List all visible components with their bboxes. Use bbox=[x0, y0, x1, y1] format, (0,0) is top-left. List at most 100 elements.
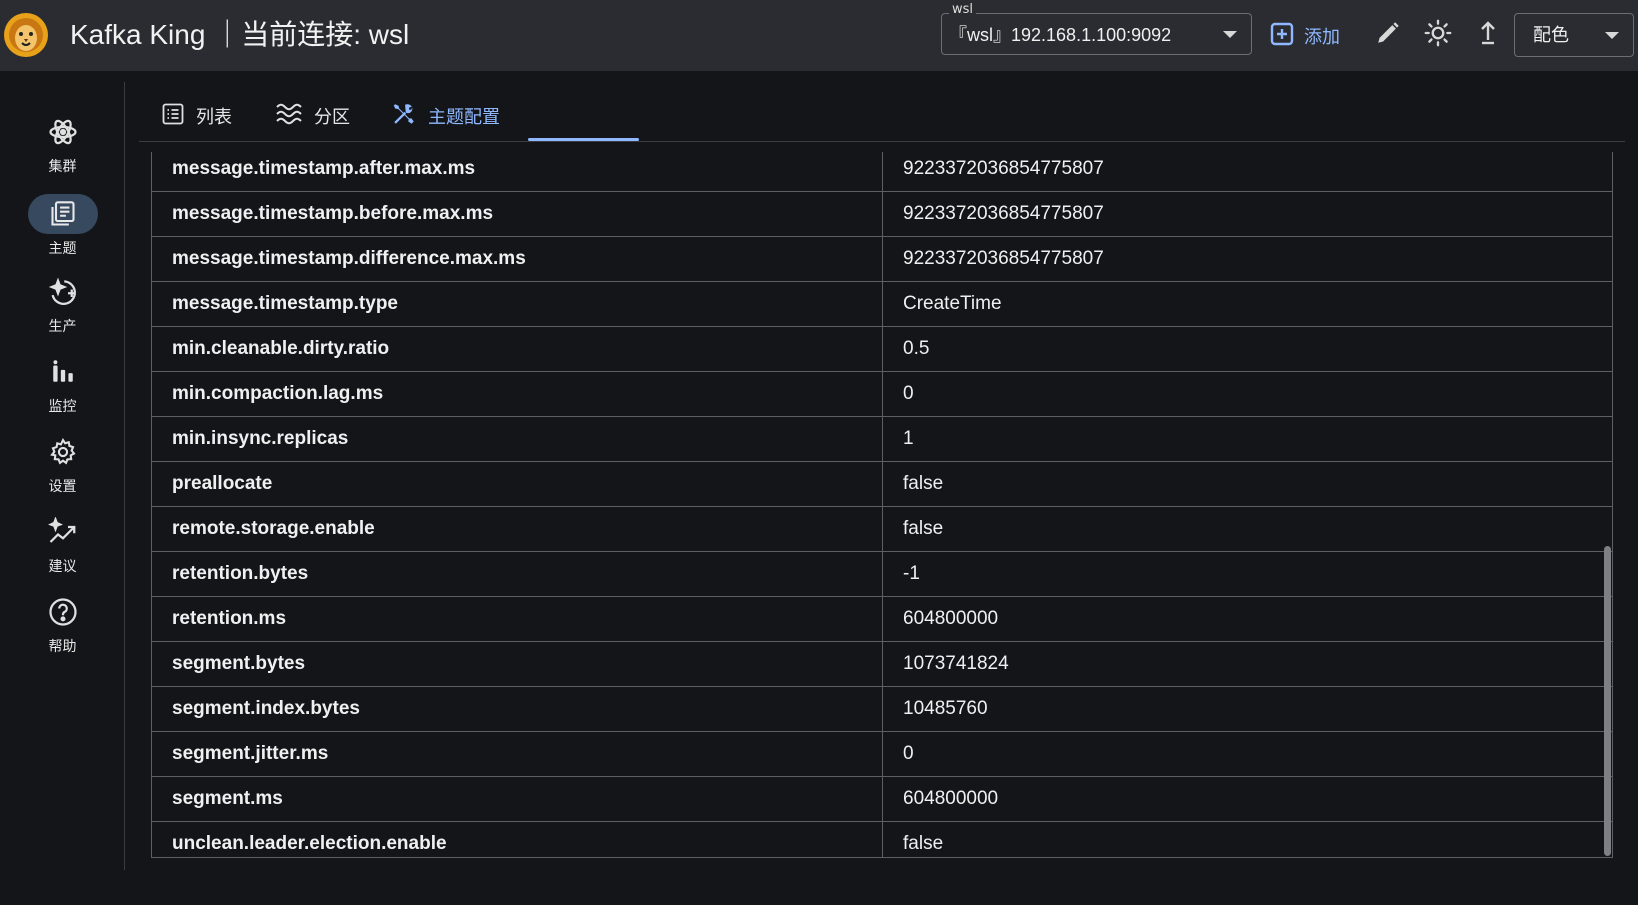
config-key: unclean.leader.election.enable bbox=[151, 821, 883, 857]
sidebar-item-label: 设置 bbox=[48, 479, 77, 495]
pencil-icon bbox=[1375, 20, 1401, 50]
table-row: segment.jitter.ms 0 bbox=[151, 731, 1613, 777]
config-value[interactable]: 604800000 bbox=[882, 596, 1613, 642]
list-icon bbox=[161, 102, 185, 131]
table-row: retention.bytes -1 bbox=[151, 551, 1613, 597]
config-key: message.timestamp.after.max.ms bbox=[151, 152, 883, 192]
palette-select[interactable]: 配色 bbox=[1514, 13, 1634, 57]
config-value[interactable]: 9223372036854775807 bbox=[882, 191, 1613, 237]
tab-list-label: 列表 bbox=[196, 107, 232, 128]
table-row: remote.storage.enable false bbox=[151, 506, 1613, 552]
config-value[interactable]: 0 bbox=[882, 731, 1613, 777]
table-row: min.cleanable.dirty.ratio 0.5 bbox=[151, 326, 1613, 372]
tab-partition-label: 分区 bbox=[314, 107, 350, 128]
table-row: segment.ms 604800000 bbox=[151, 776, 1613, 822]
library-icon bbox=[27, 194, 98, 234]
app-header: Kafka King ｜当前连接: wsl wsl 『wsl』192.168.1… bbox=[0, 0, 1638, 71]
topic-tabs: 列表 分区 主题配置 bbox=[139, 90, 1625, 142]
chevron-down-icon bbox=[1605, 32, 1619, 39]
config-key: retention.bytes bbox=[151, 551, 883, 597]
sparkle-trend-icon bbox=[28, 512, 98, 552]
config-key: segment.bytes bbox=[151, 641, 883, 687]
config-key: retention.ms bbox=[151, 596, 883, 642]
config-value[interactable]: 1 bbox=[882, 416, 1613, 462]
palette-select-value: 配色 bbox=[1533, 25, 1569, 46]
table-scrollbar[interactable] bbox=[1604, 546, 1611, 856]
sidebar: 集群 主题 生产 监控 设置 建议 帮助 bbox=[0, 82, 125, 870]
tab-partition[interactable]: 分区 bbox=[275, 90, 350, 142]
config-value[interactable]: 0.5 bbox=[882, 326, 1613, 372]
sidebar-item-settings[interactable]: 设置 bbox=[0, 432, 125, 504]
config-value[interactable]: 9223372036854775807 bbox=[882, 152, 1613, 192]
sidebar-item-produce[interactable]: 生产 bbox=[0, 272, 125, 344]
connection-select[interactable]: wsl 『wsl』192.168.1.100:9092 bbox=[941, 3, 1252, 55]
table-row: preallocate false bbox=[151, 461, 1613, 507]
config-value[interactable]: 0 bbox=[882, 371, 1613, 417]
tools-icon bbox=[391, 101, 417, 132]
table-row: min.insync.replicas 1 bbox=[151, 416, 1613, 462]
config-value[interactable]: 1073741824 bbox=[882, 641, 1613, 687]
table-row: unclean.leader.election.enable false bbox=[151, 821, 1613, 857]
theme-toggle-button[interactable] bbox=[1422, 19, 1454, 51]
sidebar-item-label: 建议 bbox=[48, 559, 77, 575]
sun-icon bbox=[1424, 19, 1452, 51]
config-key: preallocate bbox=[151, 461, 883, 507]
sidebar-item-topic[interactable]: 主题 bbox=[0, 194, 125, 266]
sidebar-item-label: 帮助 bbox=[48, 639, 77, 655]
config-key: min.cleanable.dirty.ratio bbox=[151, 326, 883, 372]
config-value[interactable]: 10485760 bbox=[882, 686, 1613, 732]
add-connection-label: 添加 bbox=[1304, 27, 1340, 48]
sidebar-item-monitor[interactable]: 监控 bbox=[0, 352, 125, 424]
config-value[interactable]: -1 bbox=[882, 551, 1613, 597]
config-value[interactable]: false bbox=[882, 461, 1613, 507]
config-key: segment.ms bbox=[151, 776, 883, 822]
table-row: retention.ms 604800000 bbox=[151, 596, 1613, 642]
waves-icon bbox=[275, 102, 303, 131]
lion-logo-icon bbox=[2, 9, 50, 61]
config-value[interactable]: CreateTime bbox=[882, 281, 1613, 327]
config-value[interactable]: false bbox=[882, 821, 1613, 857]
atom-icon bbox=[28, 112, 98, 152]
tab-topic-config-label: 主题配置 bbox=[428, 107, 500, 128]
bars-icon bbox=[28, 352, 98, 392]
active-tab-indicator bbox=[528, 138, 639, 141]
gear-icon bbox=[28, 432, 98, 472]
table-row: message.timestamp.before.max.ms 922337203… bbox=[151, 191, 1613, 237]
config-value[interactable]: 9223372036854775807 bbox=[882, 236, 1613, 282]
config-key: min.compaction.lag.ms bbox=[151, 371, 883, 417]
topic-config-table: message.timestamp.after.max.ms 9223372036… bbox=[151, 152, 1613, 857]
table-row: message.timestamp.after.max.ms 9223372036… bbox=[151, 152, 1613, 192]
sidebar-item-cluster[interactable]: 集群 bbox=[0, 112, 125, 184]
config-key: segment.jitter.ms bbox=[151, 731, 883, 777]
table-row: message.timestamp.difference.max.ms 92233… bbox=[151, 236, 1613, 282]
sidebar-item-label: 生产 bbox=[48, 319, 77, 335]
table-row: segment.bytes 1073741824 bbox=[151, 641, 1613, 687]
table-row: min.compaction.lag.ms 0 bbox=[151, 371, 1613, 417]
app-title: Kafka King ｜当前连接: wsl bbox=[70, 19, 410, 50]
sparkle-add-icon bbox=[28, 272, 98, 312]
edit-button[interactable] bbox=[1372, 19, 1404, 51]
chevron-down-icon bbox=[1223, 31, 1237, 38]
table-row: segment.index.bytes 10485760 bbox=[151, 686, 1613, 732]
config-key: segment.index.bytes bbox=[151, 686, 883, 732]
sidebar-item-suggest[interactable]: 建议 bbox=[0, 512, 125, 584]
config-key: message.timestamp.type bbox=[151, 281, 883, 327]
sidebar-item-help[interactable]: 帮助 bbox=[0, 592, 125, 664]
sidebar-item-label: 集群 bbox=[48, 159, 77, 175]
config-value[interactable]: false bbox=[882, 506, 1613, 552]
export-button[interactable] bbox=[1472, 19, 1504, 51]
tab-topic-config[interactable]: 主题配置 bbox=[391, 90, 500, 142]
connection-select-value: 『wsl』192.168.1.100:9092 bbox=[949, 25, 1172, 45]
config-key: message.timestamp.before.max.ms bbox=[151, 191, 883, 237]
plus-box-icon bbox=[1270, 22, 1294, 51]
config-key: remote.storage.enable bbox=[151, 506, 883, 552]
config-value[interactable]: 604800000 bbox=[882, 776, 1613, 822]
topic-config-table-container[interactable]: message.timestamp.after.max.ms 9223372036… bbox=[151, 152, 1613, 858]
sidebar-item-label: 监控 bbox=[48, 399, 77, 415]
add-connection-button[interactable]: 添加 bbox=[1270, 19, 1340, 53]
sidebar-item-label: 主题 bbox=[48, 241, 77, 257]
table-row: message.timestamp.type CreateTime bbox=[151, 281, 1613, 327]
upload-arrow-icon bbox=[1477, 20, 1499, 50]
config-key: message.timestamp.difference.max.ms bbox=[151, 236, 883, 282]
tab-list[interactable]: 列表 bbox=[161, 90, 232, 142]
